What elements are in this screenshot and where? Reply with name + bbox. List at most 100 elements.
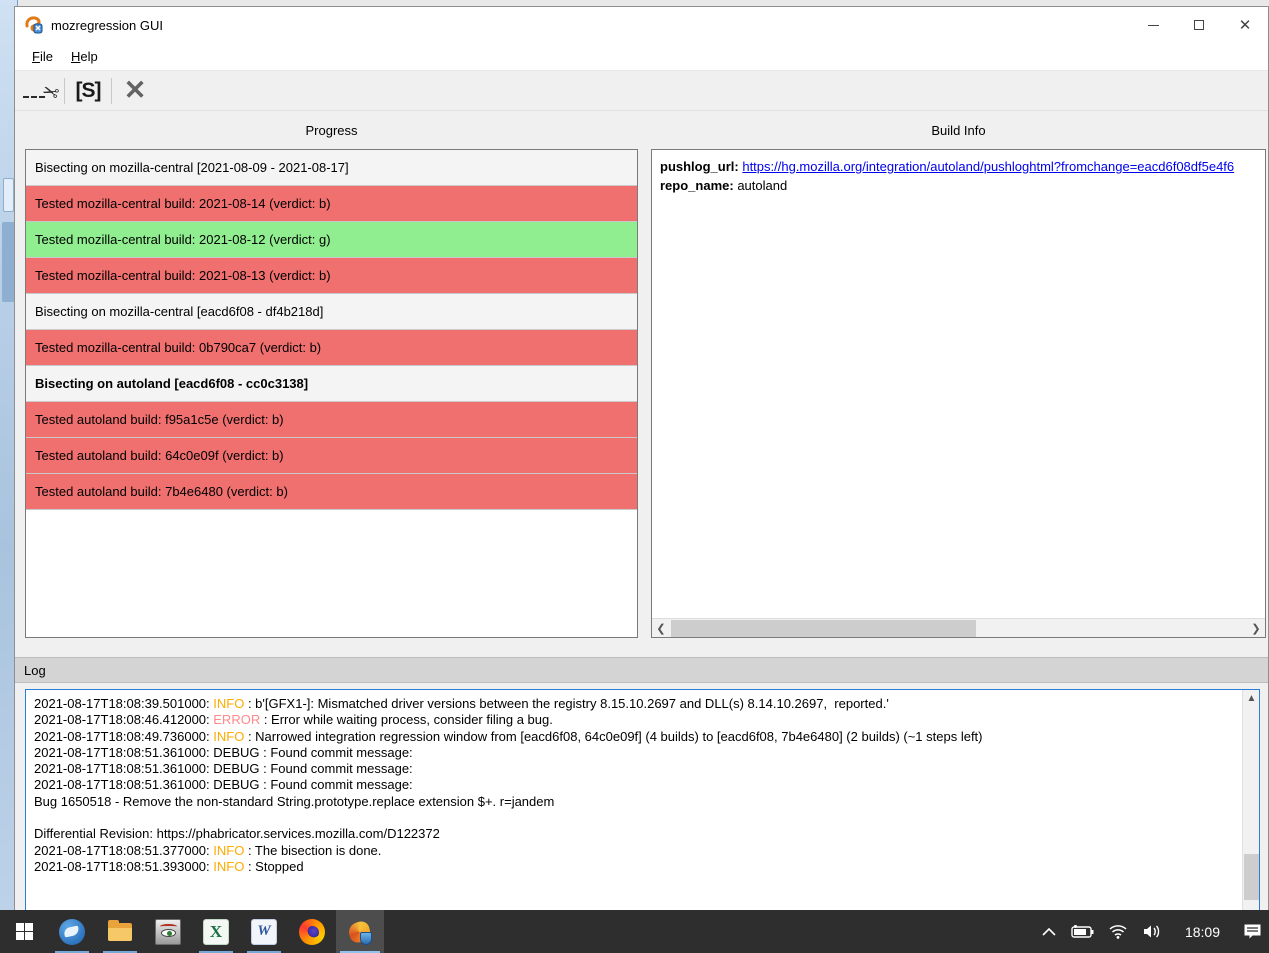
scroll-right-arrow-icon[interactable]: ❯: [1247, 619, 1265, 638]
build-info-field: repo_name: autoland: [660, 176, 1257, 195]
build-info-key: repo_name:: [660, 178, 737, 193]
log-line: 2021-08-17T18:08:51.361000: DEBUG : Foun…: [34, 745, 1234, 761]
taskbar-app-firefox[interactable]: [288, 910, 336, 953]
start-bisection-button[interactable]: ✂: [19, 74, 61, 108]
toolbar-separator: [64, 78, 65, 104]
close-icon: ✕: [1239, 18, 1252, 33]
battery-indicator[interactable]: [1063, 910, 1101, 953]
log-level: DEBUG: [213, 777, 259, 792]
explorer-icon: [107, 919, 133, 945]
log-line: 2021-08-17T18:08:51.361000: DEBUG : Foun…: [34, 777, 1234, 793]
app-icon: [24, 15, 44, 35]
build-info-panel-title: Build Info: [651, 123, 1266, 138]
minimize-button[interactable]: [1130, 7, 1176, 43]
wifi-indicator[interactable]: [1101, 910, 1135, 953]
log-output[interactable]: 2021-08-17T18:08:39.501000: INFO : b'[GF…: [25, 689, 1260, 915]
stop-cross-icon: ✕: [124, 77, 147, 104]
log-line: 2021-08-17T18:08:51.393000: INFO : Stopp…: [34, 859, 1234, 875]
log-line: 2021-08-17T18:08:51.377000: INFO : The b…: [34, 843, 1234, 859]
menu-help[interactable]: Help: [62, 45, 107, 68]
progress-item[interactable]: Tested mozilla-central build: 0b790ca7 (…: [26, 330, 637, 366]
progress-item[interactable]: Bisecting on mozilla-central [eacd6f08 -…: [26, 294, 637, 330]
start-button[interactable]: [0, 910, 48, 953]
taskbar-app-explorer[interactable]: [96, 910, 144, 953]
background-window-detail: [3, 178, 14, 212]
log-level: DEBUG: [213, 745, 259, 760]
log-section-title: Log: [24, 663, 46, 678]
taskbar-app-irfanview[interactable]: [144, 910, 192, 953]
vertical-scrollbar-thumb[interactable]: [1244, 854, 1259, 900]
maximize-icon: [1194, 20, 1204, 30]
windows-logo-icon: [16, 923, 33, 940]
build-info-value: autoland: [737, 178, 787, 193]
mozregression-icon: [347, 919, 373, 945]
progress-item[interactable]: Bisecting on autoland [eacd6f08 - cc0c31…: [26, 366, 637, 402]
clock[interactable]: 18:09: [1169, 910, 1236, 953]
minimize-icon: [1148, 25, 1159, 26]
log-level: INFO: [213, 729, 244, 744]
log-line: 2021-08-17T18:08:49.736000: INFO : Narro…: [34, 729, 1234, 745]
close-button[interactable]: ✕: [1222, 7, 1268, 43]
main-content: Progress Build Info Bisecting on mozilla…: [15, 111, 1268, 911]
taskbar-app-word[interactable]: W: [240, 910, 288, 953]
toolbar-separator: [111, 78, 112, 104]
progress-item[interactable]: Bisecting on mozilla-central [2021-08-09…: [26, 150, 637, 186]
progress-item[interactable]: Tested autoland build: f95a1c5e (verdict…: [26, 402, 637, 438]
build-info-body: pushlog_url: https://hg.mozilla.org/inte…: [652, 150, 1265, 618]
irfanview-icon: [155, 919, 181, 945]
firefox-icon: [299, 919, 325, 945]
log-line: 2021-08-17T18:08:46.412000: ERROR : Erro…: [34, 712, 1234, 728]
log-line: 2021-08-17T18:08:39.501000: INFO : b'[GF…: [34, 696, 1234, 712]
battery-charging-icon: [1070, 925, 1094, 939]
stop-button[interactable]: ✕: [115, 74, 155, 108]
scroll-left-arrow-icon[interactable]: ❮: [652, 619, 670, 638]
action-center-icon: [1243, 923, 1262, 940]
progress-panel-title: Progress: [25, 123, 638, 138]
volume-indicator[interactable]: [1135, 910, 1169, 953]
log-vertical-scrollbar[interactable]: ▲: [1242, 690, 1259, 914]
horizontal-scrollbar-thumb[interactable]: [671, 620, 976, 637]
scissors-bisect-icon: ✂: [23, 80, 57, 102]
single-run-button[interactable]: [S]: [68, 74, 108, 108]
log-section-header: Log: [15, 657, 1268, 683]
progress-item[interactable]: Tested mozilla-central build: 2021-08-12…: [26, 222, 637, 258]
build-info-field: pushlog_url: https://hg.mozilla.org/inte…: [660, 157, 1257, 176]
single-run-icon: [S]: [76, 79, 101, 103]
build-info-horizontal-scrollbar[interactable]: ❮ ❯: [652, 618, 1265, 637]
taskbar-app-excel[interactable]: X: [192, 910, 240, 953]
taskbar: XW: [0, 910, 1269, 953]
menu-bar: File Help: [15, 43, 1268, 71]
log-level: INFO: [213, 696, 244, 711]
thunderbird-icon: [59, 919, 85, 945]
maximize-button[interactable]: [1176, 7, 1222, 43]
log-line: Bug 1650518 - Remove the non-standard St…: [34, 794, 1234, 810]
taskbar-app-thunderbird[interactable]: [48, 910, 96, 953]
build-info-panel: pushlog_url: https://hg.mozilla.org/inte…: [651, 149, 1266, 638]
progress-item[interactable]: Tested autoland build: 64c0e09f (verdict…: [26, 438, 637, 474]
progress-list: Bisecting on mozilla-central [2021-08-09…: [25, 149, 638, 638]
wifi-icon: [1108, 924, 1128, 939]
menu-file[interactable]: File: [23, 45, 62, 68]
action-center-button[interactable]: [1236, 910, 1269, 953]
build-info-key: pushlog_url:: [660, 159, 742, 174]
speaker-icon: [1142, 924, 1162, 939]
clock-time: 18:09: [1176, 924, 1229, 940]
log-text: 2021-08-17T18:08:39.501000: INFO : b'[GF…: [26, 690, 1242, 914]
progress-item[interactable]: Tested mozilla-central build: 2021-08-14…: [26, 186, 637, 222]
pushlog-link[interactable]: https://hg.mozilla.org/integration/autol…: [742, 159, 1234, 174]
log-level: DEBUG: [213, 761, 259, 776]
chevron-up-icon: [1042, 927, 1056, 936]
progress-item[interactable]: Tested autoland build: 7b4e6480 (verdict…: [26, 474, 637, 510]
progress-item[interactable]: Tested mozilla-central build: 2021-08-13…: [26, 258, 637, 294]
taskbar-app-mozregression[interactable]: [336, 910, 384, 953]
log-line: 2021-08-17T18:08:51.361000: DEBUG : Foun…: [34, 761, 1234, 777]
excel-icon: X: [203, 919, 229, 945]
log-line: [34, 810, 1234, 826]
log-line: Differential Revision: https://phabricat…: [34, 826, 1234, 842]
title-bar: mozregression GUI ✕: [15, 7, 1268, 43]
log-level: INFO: [213, 859, 244, 874]
tray-expand-button[interactable]: [1035, 910, 1063, 953]
log-level: INFO: [213, 843, 244, 858]
toolbar: ✂ [S] ✕: [15, 71, 1268, 111]
scroll-up-arrow-icon[interactable]: ▲: [1243, 690, 1260, 707]
